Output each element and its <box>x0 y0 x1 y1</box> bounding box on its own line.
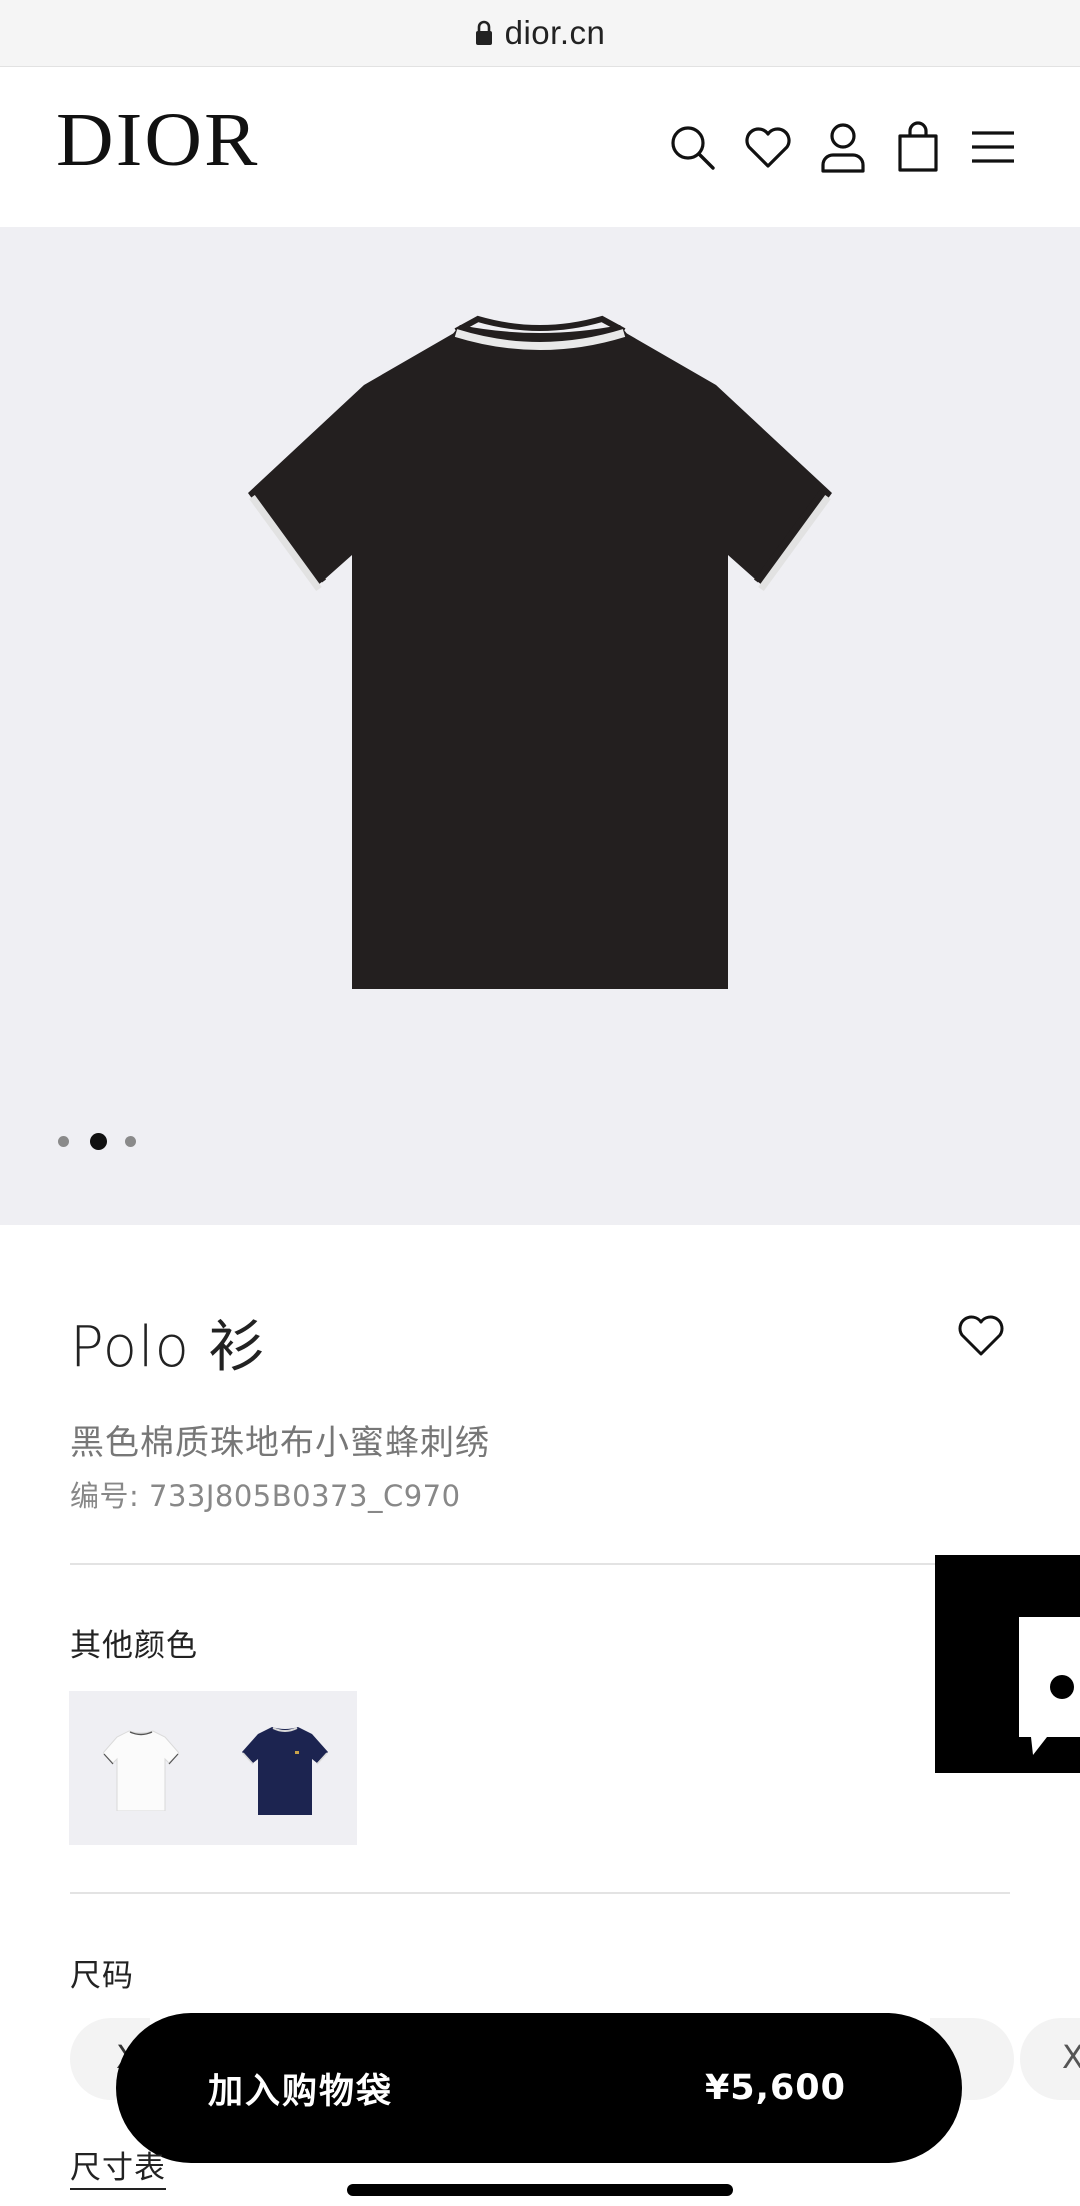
color-swatch-navy[interactable] <box>213 1691 357 1845</box>
customer-service-chat-button[interactable] <box>935 1555 1080 1773</box>
add-to-bag-label: 加入购物袋 <box>208 2071 394 2112</box>
price: ¥5,600 <box>704 2068 846 2108</box>
shopping-bag-icon[interactable] <box>890 119 946 175</box>
user-icon[interactable] <box>815 119 871 175</box>
color-swatch-white[interactable] <box>69 1691 213 1845</box>
pagination-dot[interactable] <box>125 1136 136 1147</box>
divider <box>70 1563 1010 1565</box>
size-option[interactable]: X <box>1020 2018 1080 2100</box>
product-description: 黑色棉质珠地布小蜜蜂刺绣 <box>70 1423 490 1463</box>
product-image-polo-shirt <box>248 315 832 989</box>
heart-icon[interactable] <box>740 119 796 175</box>
menu-icon[interactable] <box>965 119 1021 175</box>
gallery-pagination[interactable] <box>58 1133 157 1150</box>
lock-icon <box>475 20 493 46</box>
add-to-wishlist-heart-icon[interactable] <box>956 1312 1006 1362</box>
color-swatches <box>69 1691 357 1845</box>
site-header: DIOR <box>0 67 1080 227</box>
pagination-dot[interactable] <box>58 1136 69 1147</box>
home-indicator[interactable] <box>347 2184 733 2196</box>
product-code: 编号: 733J805B0373_C970 <box>70 1479 461 1513</box>
size-chart-link[interactable]: 尺寸表 <box>70 2153 166 2190</box>
browser-url-bar[interactable]: dior.cn <box>0 0 1080 67</box>
other-colors-label: 其他颜色 <box>70 1628 198 1664</box>
dior-logo[interactable]: DIOR <box>56 102 259 178</box>
url-text: dior.cn <box>504 14 606 51</box>
size-option-label: X <box>1062 2038 1080 2076</box>
search-icon[interactable] <box>664 119 720 175</box>
product-gallery[interactable] <box>0 227 1080 1225</box>
chat-bubble-icon <box>1019 1617 1080 1755</box>
divider <box>70 1892 1010 1894</box>
pagination-dot-active[interactable] <box>90 1133 107 1150</box>
add-to-bag-button[interactable]: 加入购物袋 ¥5,600 <box>116 2013 962 2163</box>
product-title: Polo 衫 <box>70 1315 266 1380</box>
size-label: 尺码 <box>70 1958 134 1994</box>
